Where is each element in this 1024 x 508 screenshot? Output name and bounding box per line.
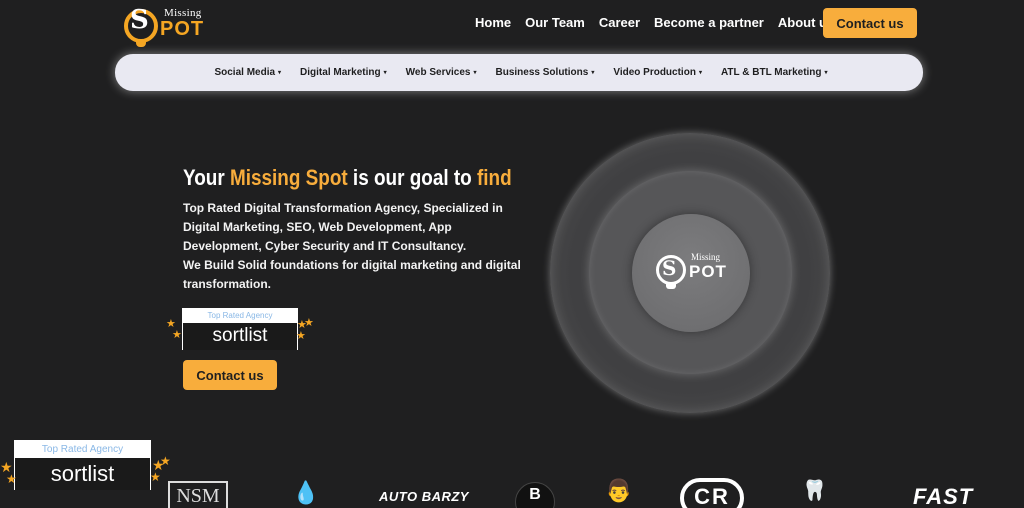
headline-accent: find (476, 165, 512, 190)
headline-part: is our goal to (347, 165, 477, 190)
subnav-label: ATL & BTL Marketing (720, 67, 822, 78)
logo-bulb-stem-icon (136, 41, 146, 47)
star-icon: ★ (6, 472, 17, 486)
top-nav: Home Our Team Career Become a partner Ab… (475, 15, 848, 30)
subnav-label: Web Services (405, 67, 471, 78)
hero-description-line: We Build Solid foundations for digital m… (183, 258, 521, 291)
contact-us-button-hero[interactable]: Contact us (183, 360, 277, 390)
nav-become-partner[interactable]: Become a partner (654, 15, 764, 30)
hero-description-line: Top Rated Digital Transformation Agency,… (183, 201, 503, 253)
client-logo-cr: CR (680, 478, 744, 508)
drop-icon: 💧 (292, 480, 320, 505)
badge-top-text: Top Rated Agency (15, 441, 150, 458)
star-icon: ★ (304, 317, 314, 329)
star-icon: ★ (172, 329, 182, 341)
caret-down-icon: ▾ (383, 70, 387, 76)
logo-pot-text: POT (160, 18, 205, 40)
caret-down-icon: ▾ (824, 70, 828, 76)
logo-bulb-stem-icon (666, 284, 676, 289)
logo-s: S (130, 5, 149, 35)
star-icon: ★ (150, 470, 161, 484)
logo-pot-text: POT (689, 262, 727, 281)
client-logo-nsm: NSM (168, 481, 228, 508)
logo-s: S (662, 256, 677, 280)
nav-career[interactable]: Career (599, 15, 640, 30)
subnav-business-solutions[interactable]: Business Solutions ▾ (496, 67, 595, 78)
caret-down-icon: ▾ (473, 70, 477, 76)
hero-description: Top Rated Digital Transformation Agency,… (183, 199, 523, 294)
badge-sortlist-text: sortlist (183, 323, 297, 350)
services-subnav: Social Media ▾ Digital Marketing ▾ Web Ser… (115, 54, 923, 91)
badge-sortlist-text: sortlist (15, 458, 150, 490)
site-logo[interactable]: S Missing POT (124, 5, 205, 47)
hero-headline: Your Missing Spot is our goal to find (183, 165, 512, 191)
tooth-icon: 🦷 (802, 480, 827, 502)
nav-our-team[interactable]: Our Team (525, 15, 585, 30)
headline-accent: Missing Spot (229, 165, 348, 190)
chef-hat-icon: 👨 (605, 478, 633, 503)
client-logo-fast: FAST (913, 484, 974, 508)
caret-down-icon: ▾ (278, 70, 282, 76)
caret-down-icon: ▾ (698, 70, 702, 76)
client-logo-barzy: AUTO BARZY (379, 489, 469, 504)
subnav-social-media[interactable]: Social Media ▾ (214, 67, 281, 78)
subnav-label: Video Production (613, 67, 696, 78)
subnav-video-production[interactable]: Video Production ▾ (613, 67, 702, 78)
star-icon: ★ (160, 454, 171, 468)
subnav-label: Business Solutions (495, 67, 589, 78)
subnav-digital-marketing[interactable]: Digital Marketing ▾ (300, 67, 387, 78)
subnav-web-services[interactable]: Web Services ▾ (406, 67, 477, 78)
badge-top-text: Top Rated Agency (183, 309, 297, 323)
subnav-label: Digital Marketing (300, 67, 381, 78)
sortlist-badge-bottom[interactable]: Top Rated Agency sortlist (14, 440, 151, 490)
circle-logo: S Missing POT (656, 251, 736, 291)
sortlist-badge[interactable]: Top Rated Agency sortlist (182, 308, 298, 350)
subnav-label: Social Media (214, 67, 276, 78)
client-logo-bona-fide: B (515, 482, 555, 508)
logo-missing-text: Missing (691, 252, 721, 262)
subnav-atl-btl-marketing[interactable]: ATL & BTL Marketing ▾ (721, 67, 828, 78)
caret-down-icon: ▾ (591, 70, 595, 76)
nav-home[interactable]: Home (475, 15, 511, 30)
star-icon: ★ (296, 330, 306, 342)
contact-us-button-header[interactable]: Contact us (823, 8, 917, 38)
headline-part: Your (183, 165, 230, 190)
